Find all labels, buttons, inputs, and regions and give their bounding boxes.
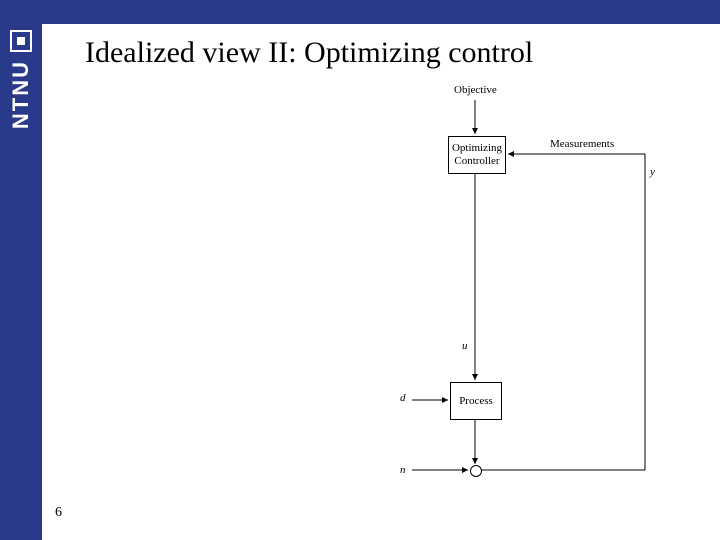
process-box: Process [450,382,502,420]
n-label: n [400,464,406,476]
process-box-text: Process [459,395,493,408]
ntnu-logo: NTNU [0,30,42,200]
ntnu-mark-inner-icon [17,37,25,45]
page-number: 6 [55,505,62,521]
diagram-arrows [340,82,680,502]
slide: NTNU Idealized view II: Optimizing contr… [0,0,720,540]
control-diagram: Objective Measurements y u d n Optimizin… [340,82,680,502]
slide-title: Idealized view II: Optimizing control [85,36,533,70]
u-label: u [462,340,468,352]
objective-label: Objective [454,84,497,96]
topbar [0,0,720,24]
controller-box-text: Optimizing Controller [452,142,502,167]
y-label: y [650,166,655,178]
sum-node-icon [470,465,482,477]
measurements-label: Measurements [550,138,614,150]
ntnu-mark-icon [10,30,32,52]
optimizing-controller-box: Optimizing Controller [448,136,506,174]
ntnu-logo-text: NTNU [10,60,32,129]
sidebar: NTNU [0,0,42,540]
d-label: d [400,392,406,404]
